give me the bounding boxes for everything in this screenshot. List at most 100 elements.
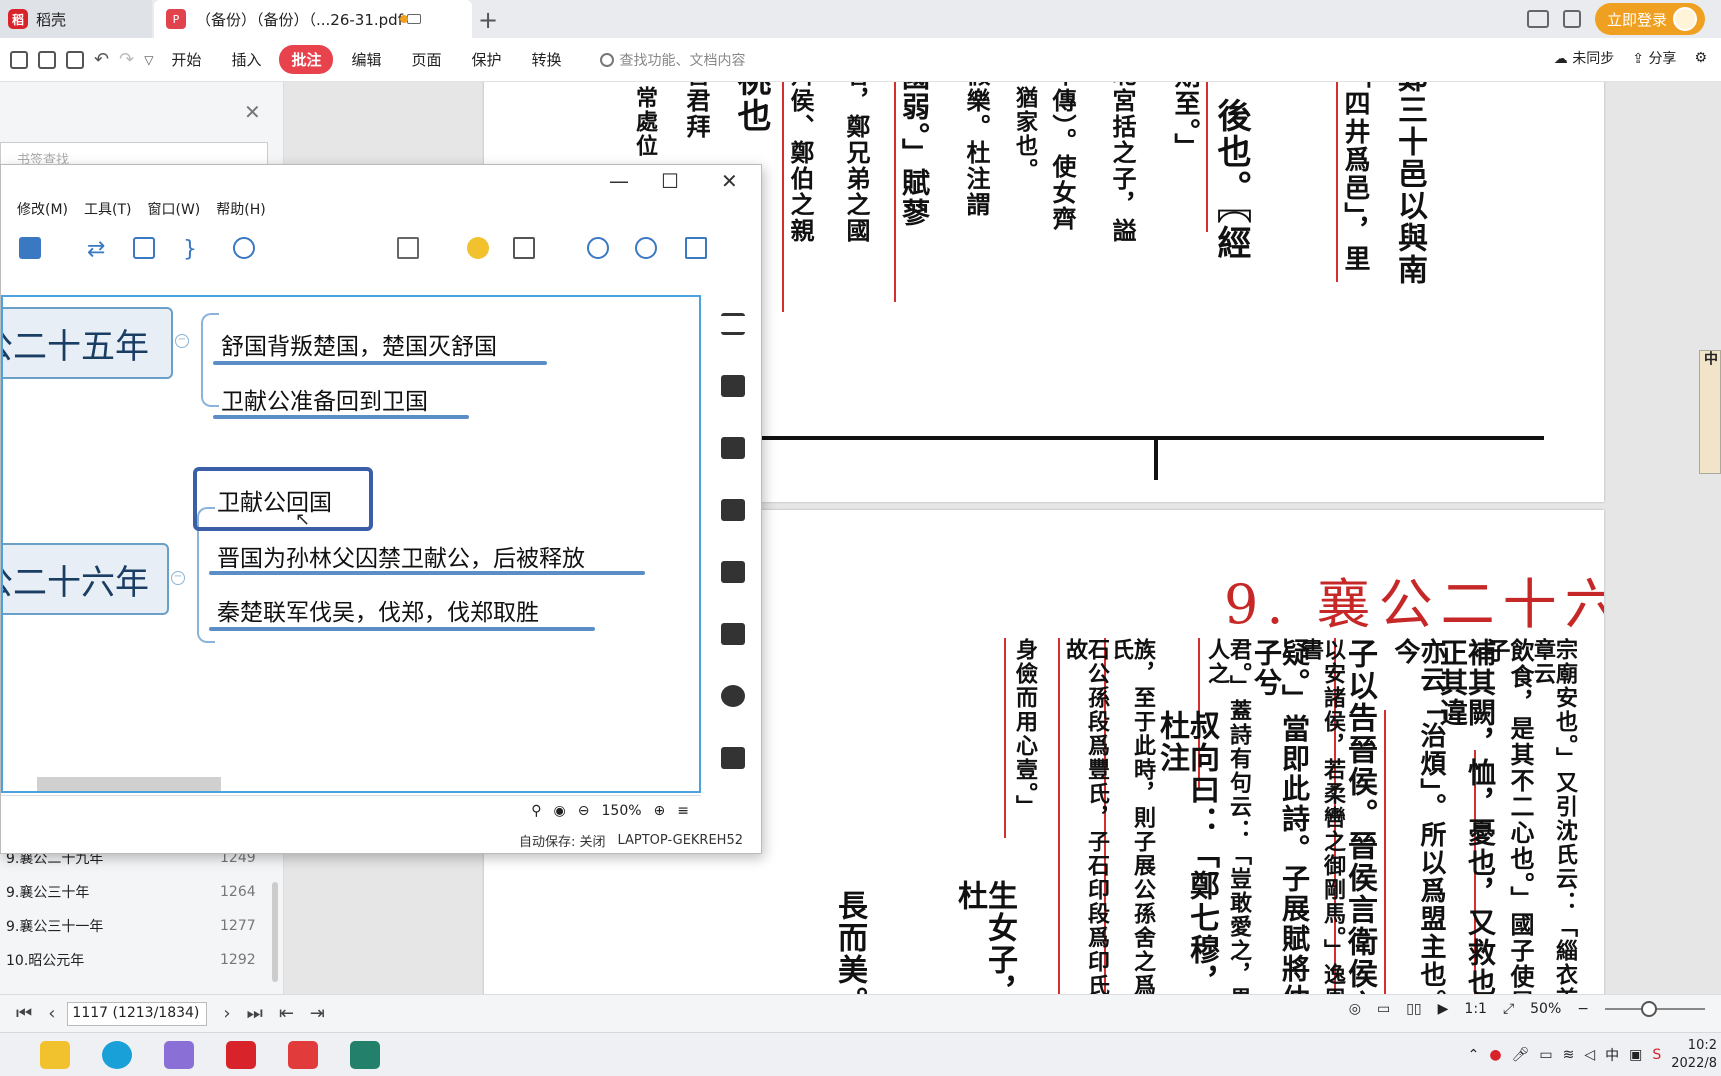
record-icon[interactable]: ● — [1489, 1047, 1501, 1063]
menu-protect[interactable]: 保护 — [460, 45, 514, 74]
main-topic[interactable]: 襄公二十六年 — [3, 543, 169, 615]
menu-help[interactable]: 帮助(H) — [216, 199, 265, 225]
insert-topic-icon[interactable] — [19, 237, 41, 259]
menu-convert[interactable]: 转换 — [520, 45, 574, 74]
side-note-strip[interactable]: 中 — [1699, 350, 1721, 474]
battery-icon[interactable]: ▭ — [1539, 1047, 1552, 1063]
last-page-icon[interactable]: ⏭ — [247, 1003, 263, 1024]
fit-page-icon[interactable]: ⤢ — [1503, 1001, 1514, 1017]
volume-icon[interactable]: ◁ — [1584, 1047, 1595, 1063]
zoom-out-icon[interactable]: − — [1577, 1001, 1589, 1017]
zoom-percent[interactable]: 50% — [1530, 1001, 1561, 1017]
bookmark-item[interactable]: 9.襄公三十一年 1277 — [0, 910, 262, 942]
menu-start[interactable]: 开始 — [159, 45, 213, 74]
horizontal-scrollbar[interactable] — [37, 777, 221, 791]
notes-icon[interactable] — [721, 623, 745, 645]
minimize-icon[interactable]: — — [609, 169, 629, 193]
menu-modify[interactable]: 修改(M) — [17, 199, 68, 225]
menu-insert[interactable]: 插入 — [219, 45, 273, 74]
autosave-status[interactable]: 自动保存: 关闭 — [519, 831, 606, 850]
subtopic[interactable]: 晋国为孙林父囚禁卫献公，后被释放 — [217, 539, 585, 573]
menu-annotate[interactable]: 批注 — [279, 45, 334, 74]
share-button[interactable]: ⇪ 分享 — [1632, 48, 1676, 68]
print-icon[interactable] — [66, 50, 84, 69]
eye-mode-icon[interactable]: ◎ — [1349, 1001, 1361, 1017]
redo-icon[interactable]: ↷ — [119, 49, 134, 70]
lightbulb-icon[interactable] — [467, 237, 489, 259]
export-icon[interactable] — [685, 237, 707, 259]
more-dropdown-icon[interactable]: ▽ — [144, 53, 153, 67]
menu-edit[interactable]: 编辑 — [339, 45, 393, 74]
ime-extra-icon[interactable]: ▣ — [1629, 1047, 1642, 1063]
login-button[interactable]: 立即登录 — [1594, 3, 1705, 35]
play-icon[interactable]: ▶ — [1438, 1001, 1449, 1017]
text-style-icon[interactable] — [721, 561, 745, 583]
zoom-search-icon[interactable] — [587, 237, 609, 259]
relationship-icon[interactable]: ⇄ — [87, 237, 109, 262]
zoom-out-icon[interactable]: ⊖ — [578, 803, 590, 819]
first-page-icon[interactable]: ⏮ — [16, 1003, 32, 1024]
new-tab-button[interactable]: + — [478, 6, 498, 34]
outline-icon[interactable] — [513, 237, 535, 259]
filter-icon[interactable]: ⚲ — [531, 803, 541, 819]
ime-icon[interactable]: 中 — [1605, 1045, 1619, 1065]
undo-icon[interactable]: ↶ — [94, 49, 109, 70]
subtopic-selected[interactable]: 卫献公回国 — [217, 483, 332, 517]
task-icon[interactable] — [721, 747, 745, 769]
eye-icon[interactable]: ◉ — [554, 803, 566, 819]
collapse-toggle[interactable]: − — [175, 334, 189, 348]
clock[interactable]: 10:2 2022/8 — [1671, 1037, 1717, 1073]
subtopic[interactable]: 舒国背叛楚国，楚国灭舒国 — [221, 327, 497, 361]
bookmark-item[interactable]: 10.昭公元年 1292 — [0, 944, 262, 976]
grid-apps-icon[interactable] — [1562, 10, 1581, 28]
sogou-icon[interactable]: S — [1652, 1047, 1661, 1063]
forward-icon[interactable]: ⇥ — [310, 1003, 325, 1024]
zoom-slider[interactable] — [1605, 1001, 1705, 1017]
design-app-icon[interactable] — [164, 1041, 194, 1069]
open-icon[interactable] — [10, 50, 28, 69]
page-number-input[interactable]: 1117 (1213/1834) — [67, 1001, 208, 1026]
tray-expand-icon[interactable]: ⌃ — [1468, 1047, 1480, 1063]
maximize-icon[interactable]: ☐ — [661, 169, 679, 193]
sync-status[interactable]: ☁ 未同步 — [1554, 48, 1614, 68]
close-icon[interactable]: ✕ — [244, 100, 261, 124]
boundary-icon[interactable] — [133, 237, 155, 259]
edge-browser-icon[interactable] — [102, 1041, 132, 1069]
microphone-icon[interactable]: 🎤︎ — [1512, 1047, 1530, 1063]
menu-window[interactable]: 窗口(W) — [148, 199, 201, 225]
next-page-icon[interactable]: › — [223, 1003, 230, 1024]
collapse-toggle[interactable]: − — [171, 571, 185, 585]
prev-page-icon[interactable]: ‹ — [48, 1003, 55, 1024]
menu-page[interactable]: 页面 — [399, 45, 453, 74]
menu-lines-icon[interactable]: ≡ — [677, 803, 689, 819]
image-icon[interactable] — [721, 437, 745, 459]
wps-office-icon[interactable] — [226, 1041, 256, 1069]
mindmap-canvas[interactable]: 襄公二十五年 − 舒国背叛楚国，楚国灭舒国 卫献公准备回到卫国 襄公二十六年 −… — [1, 295, 701, 793]
subtopic[interactable]: 秦楚联军伐吴，伐郑，伐郑取胜 — [217, 593, 539, 627]
format-brush-icon[interactable] — [721, 375, 745, 397]
tab-document[interactable]: P （备份）（备份）（...26-31.pdf — [154, 0, 472, 38]
file-explorer-icon[interactable] — [40, 1041, 70, 1069]
flag-icon[interactable] — [721, 499, 745, 521]
share-icon[interactable] — [635, 237, 657, 259]
single-page-icon[interactable]: ▭ — [1377, 1001, 1390, 1017]
settings-gear-icon[interactable]: ⚙ — [1694, 50, 1707, 66]
back-icon[interactable]: ⇤ — [279, 1003, 294, 1024]
outline-panel-icon[interactable] — [721, 313, 745, 335]
more-icon[interactable] — [233, 237, 255, 259]
subtopic[interactable]: 卫献公准备回到卫国 — [221, 382, 428, 416]
close-window-icon[interactable]: ✕ — [721, 169, 738, 193]
sidebar-scrollbar[interactable] — [272, 882, 278, 982]
presentation-icon[interactable] — [397, 237, 419, 259]
main-topic[interactable]: 襄公二十五年 — [3, 307, 173, 379]
layout-icon[interactable] — [1526, 10, 1549, 28]
menu-tools[interactable]: 工具(T) — [84, 199, 131, 225]
bookmark-item[interactable]: 9.襄公三十年 1264 — [0, 876, 262, 908]
screen-recorder-icon[interactable] — [350, 1041, 380, 1069]
zoom-slider-thumb[interactable] — [1641, 1001, 1657, 1017]
tab-home[interactable]: 稻 稻壳 — [0, 0, 152, 38]
summary-icon[interactable]: } — [183, 237, 205, 262]
function-search[interactable]: 查找功能、文档内容 — [599, 50, 746, 70]
xmind-icon[interactable] — [288, 1041, 318, 1069]
wifi-icon[interactable]: ≋ — [1563, 1047, 1575, 1063]
